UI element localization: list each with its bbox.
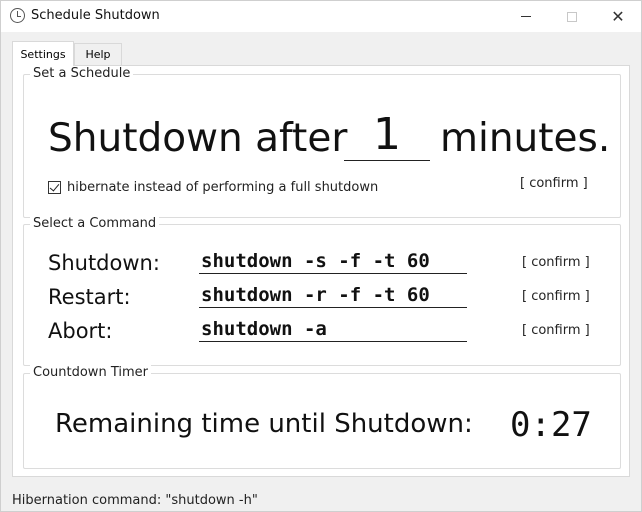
abort-command-label: Abort:	[48, 319, 113, 343]
command-group: Select a Command Shutdown: [ confirm ] R…	[23, 216, 621, 366]
hibernate-checkbox[interactable]	[48, 181, 61, 194]
restart-command-input[interactable]	[199, 282, 467, 308]
clock-icon	[10, 8, 25, 23]
title-bar: Schedule Shutdown ✕	[1, 1, 641, 32]
close-icon: ✕	[611, 7, 625, 26]
tab-settings[interactable]: Settings	[12, 41, 74, 66]
shutdown-after-label: Shutdown after	[48, 116, 348, 161]
shutdown-confirm-button[interactable]: [ confirm ]	[522, 255, 590, 270]
shutdown-command-label: Shutdown:	[48, 251, 160, 275]
minutes-input[interactable]	[344, 109, 430, 161]
maximize-button[interactable]	[549, 1, 595, 32]
schedule-confirm-button[interactable]: [ confirm ]	[520, 176, 588, 191]
shutdown-command-input[interactable]	[199, 248, 467, 274]
hibernate-label: hibernate instead of performing a full s…	[67, 180, 379, 195]
command-group-legend: Select a Command	[30, 216, 160, 231]
remaining-time-label: Remaining time until Shutdown:	[55, 409, 473, 439]
window-title: Schedule Shutdown	[31, 8, 160, 23]
restart-command-label: Restart:	[48, 285, 131, 309]
restart-confirm-button[interactable]: [ confirm ]	[522, 289, 590, 304]
abort-command-input[interactable]	[199, 316, 467, 342]
tab-help[interactable]: Help	[74, 43, 122, 65]
settings-panel: Set a Schedule Shutdown after minutes. h…	[12, 65, 630, 477]
countdown-group: Countdown Timer Remaining time until Shu…	[23, 365, 621, 469]
hibernate-option[interactable]: hibernate instead of performing a full s…	[48, 180, 378, 195]
schedule-group: Set a Schedule Shutdown after minutes. h…	[23, 66, 621, 218]
countdown-group-legend: Countdown Timer	[30, 365, 151, 380]
schedule-group-legend: Set a Schedule	[30, 66, 134, 81]
abort-confirm-button[interactable]: [ confirm ]	[522, 323, 590, 338]
app-window: Schedule Shutdown ✕ Settings Help Set a …	[0, 0, 642, 512]
minimize-button[interactable]	[503, 1, 549, 32]
remaining-time-value: 0:27	[510, 405, 592, 445]
close-button[interactable]: ✕	[595, 1, 641, 32]
maximize-icon	[567, 11, 577, 22]
status-bar: Hibernation command: "shutdown -h"	[12, 493, 258, 508]
minutes-label: minutes.	[440, 116, 611, 161]
minimize-icon	[521, 16, 531, 17]
